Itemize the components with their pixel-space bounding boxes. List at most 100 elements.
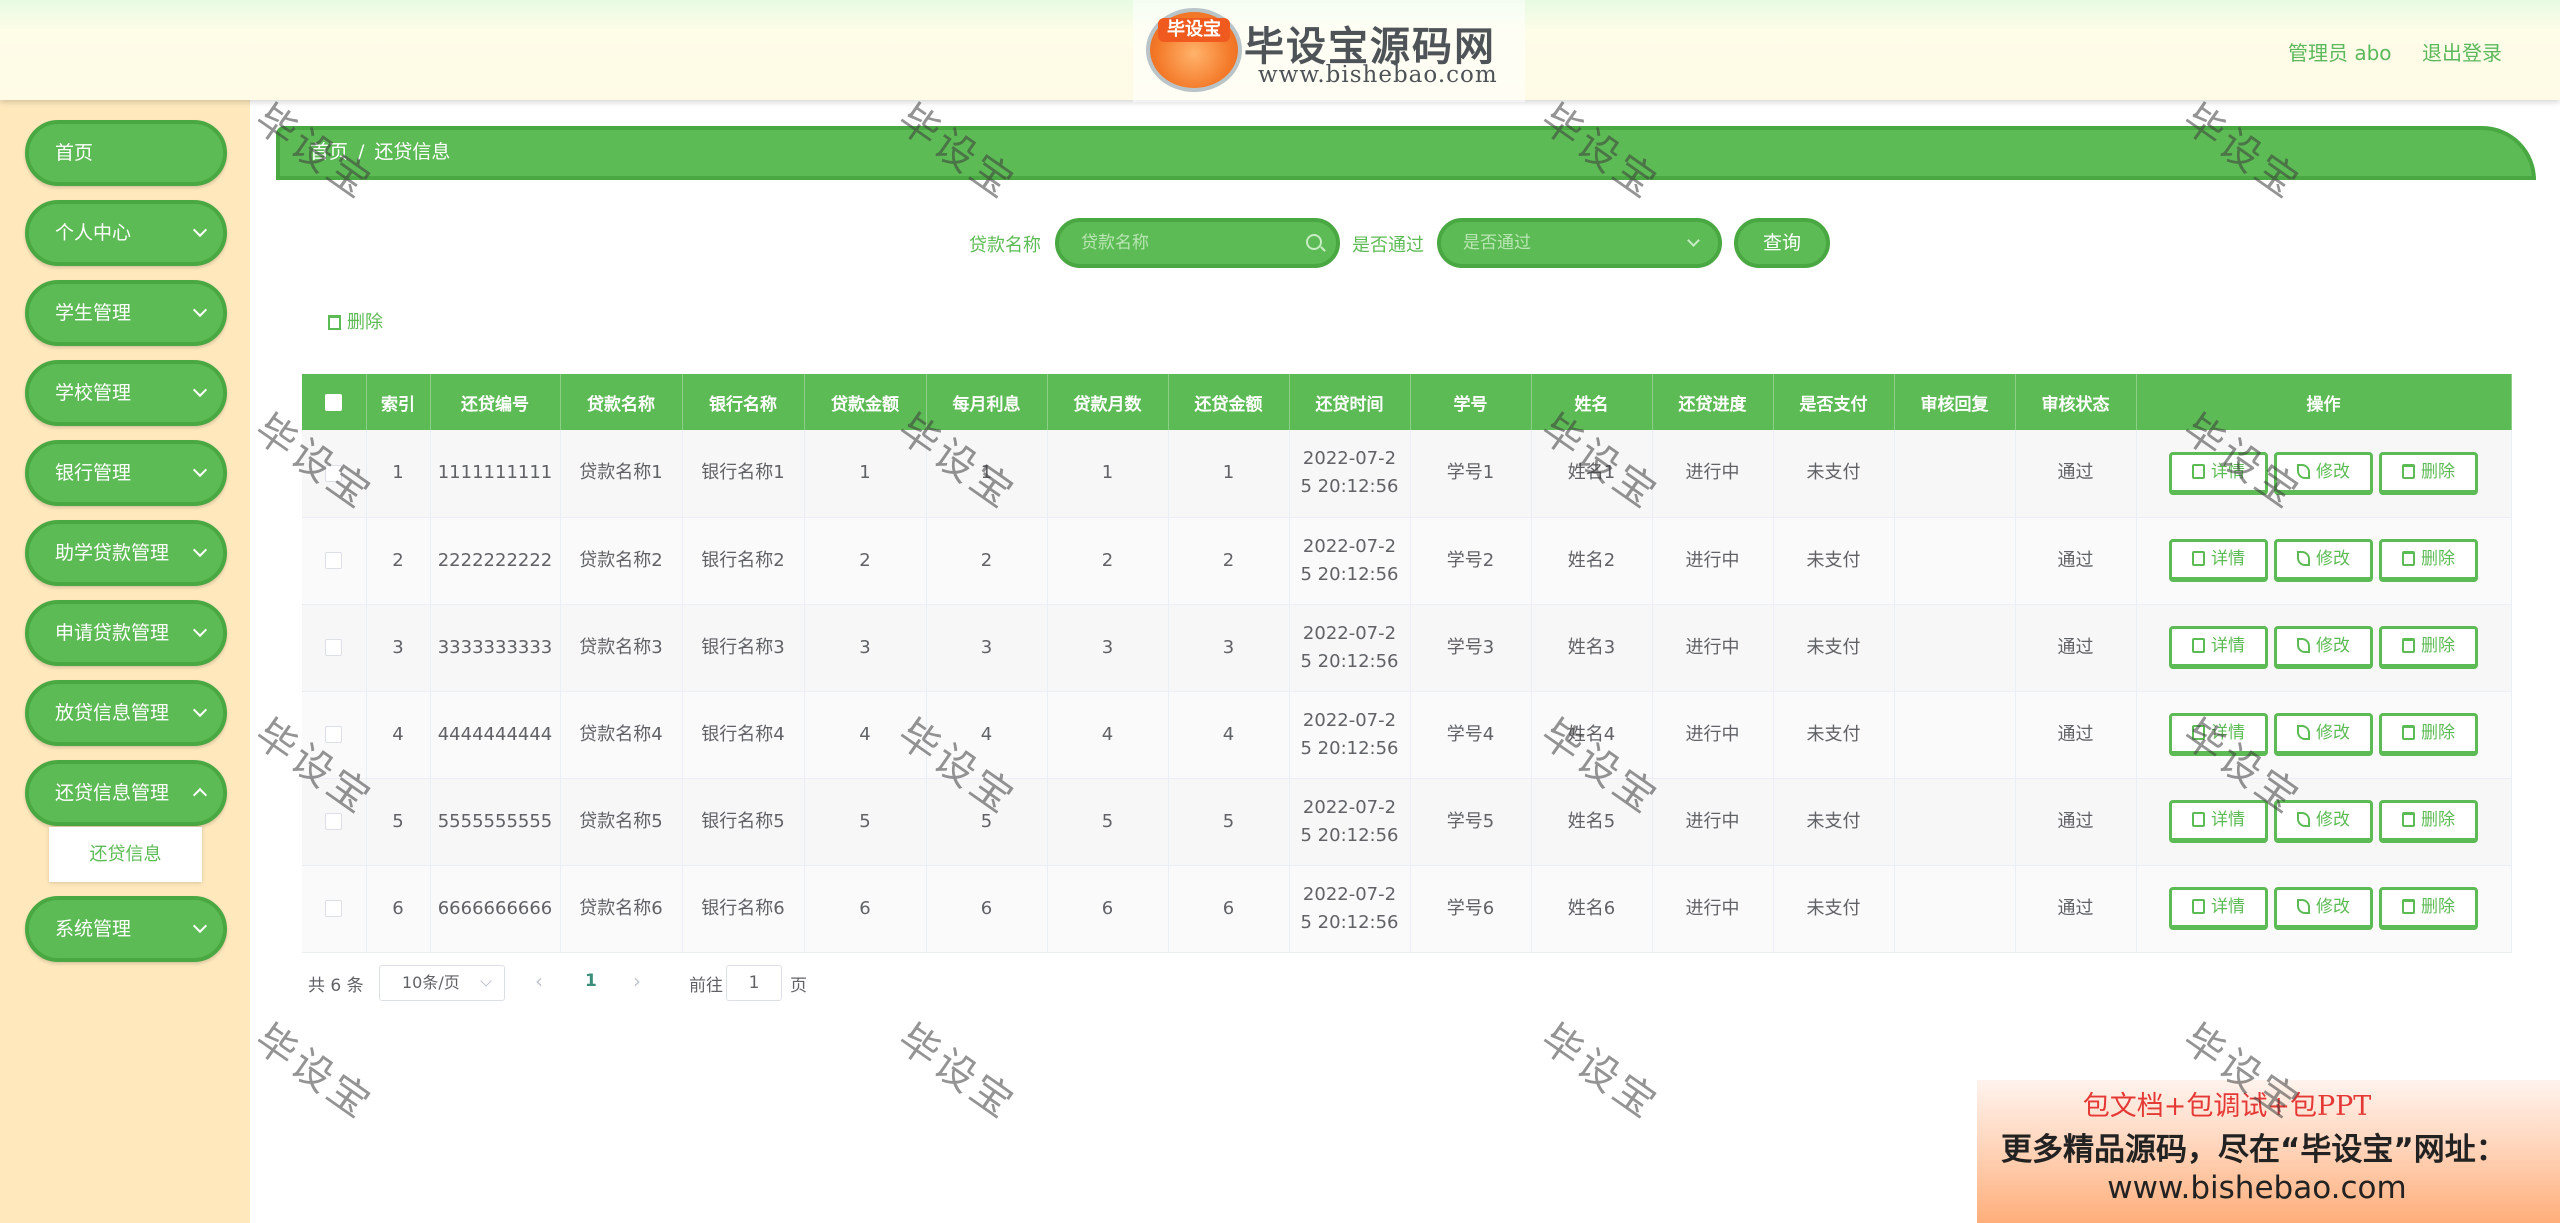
batch-delete-button[interactable]: 删除 xyxy=(328,308,383,334)
select-all-checkbox[interactable] xyxy=(302,374,367,430)
cell-loan: 贷款名称1 xyxy=(560,430,683,518)
column-header: 贷款名称 xyxy=(560,374,683,430)
breadcrumb-current: 还贷信息 xyxy=(374,141,451,163)
edit-button[interactable]: 修改 xyxy=(2274,713,2373,756)
edit-button[interactable]: 修改 xyxy=(2274,626,2373,669)
delete-button[interactable]: 删除 xyxy=(2379,887,2478,930)
edit-button[interactable]: 修改 xyxy=(2274,800,2373,843)
detail-button[interactable]: 详情 xyxy=(2169,626,2268,669)
delete-button[interactable]: 删除 xyxy=(2379,451,2478,495)
cell-sno: 学号3 xyxy=(1410,604,1532,692)
promo-line-3: www.bishebao.com xyxy=(2107,1170,2407,1206)
sidebar-item-school-management[interactable]: 学校管理 xyxy=(25,360,227,426)
detail-button[interactable]: 详情 xyxy=(2169,887,2268,930)
cell-progress: 进行中 xyxy=(1652,517,1774,605)
batch-delete-label: 删除 xyxy=(347,312,383,333)
edit-button[interactable]: 修改 xyxy=(2274,539,2373,582)
page-size-value: 10条/页 xyxy=(402,973,460,992)
sidebar-item-student-management[interactable]: 学生管理 xyxy=(25,280,227,346)
row-checkbox[interactable] xyxy=(302,604,367,692)
cell-paid: 未支付 xyxy=(1773,517,1895,605)
pass-select[interactable]: 是否通过 xyxy=(1437,218,1722,268)
cell-paid: 未支付 xyxy=(1773,691,1895,779)
logout-link[interactable]: 退出登录 xyxy=(2422,37,2502,66)
query-button[interactable]: 查询 xyxy=(1734,218,1830,268)
prev-page-button[interactable]: ‹ xyxy=(535,969,543,993)
sidebar-item-personal-center[interactable]: 个人中心 xyxy=(25,200,227,266)
delete-label: 删除 xyxy=(2421,636,2455,656)
detail-button[interactable]: 详情 xyxy=(2169,713,2268,756)
cell-time-line1: 2022-07-2 xyxy=(1302,709,1397,731)
next-page-button[interactable]: › xyxy=(633,969,641,993)
loan-name-input[interactable]: 贷款名称 xyxy=(1055,218,1340,268)
column-header: 每月利息 xyxy=(926,374,1048,430)
sidebar-item-student-loan-management[interactable]: 助学贷款管理 xyxy=(25,520,227,586)
cell-code: 3333333333 xyxy=(430,604,561,692)
edit-icon xyxy=(2297,899,2310,914)
pass-placeholder: 是否通过 xyxy=(1463,233,1531,253)
detail-button[interactable]: 详情 xyxy=(2169,539,2268,582)
detail-button[interactable]: 详情 xyxy=(2169,451,2268,495)
cell-loan: 贷款名称5 xyxy=(560,778,683,866)
cell-sno: 学号5 xyxy=(1410,778,1532,866)
row-checkbox[interactable] xyxy=(302,517,367,605)
edit-icon xyxy=(2297,725,2310,740)
cell-name: 姓名6 xyxy=(1531,865,1653,953)
cell-months: 1 xyxy=(1047,430,1169,518)
cell-amount: 1 xyxy=(804,430,927,518)
cell-amount: 4 xyxy=(804,691,927,779)
breadcrumb-home[interactable]: 首页 xyxy=(310,141,348,163)
cell-time-line1: 2022-07-2 xyxy=(1302,622,1397,644)
cell-progress: 进行中 xyxy=(1652,778,1774,866)
sidebar-item-system-management[interactable]: 系统管理 xyxy=(25,896,227,962)
goto-page-input[interactable]: 1 xyxy=(726,965,782,1001)
edit-label: 修改 xyxy=(2316,549,2350,569)
row-checkbox[interactable] xyxy=(302,778,367,866)
sidebar-subitem-repayment-info[interactable]: 还贷信息 xyxy=(49,827,202,882)
cell-loan: 贷款名称3 xyxy=(560,604,683,692)
cell-loan: 贷款名称4 xyxy=(560,691,683,779)
edit-button[interactable]: 修改 xyxy=(2274,887,2373,930)
cell-interest: 4 xyxy=(926,691,1048,779)
row-checkbox[interactable] xyxy=(302,691,367,779)
delete-button[interactable]: 删除 xyxy=(2379,539,2478,582)
page-number[interactable]: 1 xyxy=(585,971,597,991)
cell-idx: 5 xyxy=(366,778,431,866)
sidebar-item-loan-application-management[interactable]: 申请贷款管理 xyxy=(25,600,227,666)
cell-amount: 2 xyxy=(804,517,927,605)
cell-months: 4 xyxy=(1047,691,1169,779)
cell-bank: 银行名称6 xyxy=(682,865,805,953)
cell-time-line2: 5 20:12:56 xyxy=(1300,476,1399,498)
cell-status: 通过 xyxy=(2015,691,2137,779)
sidebar-item-home[interactable]: 首页 xyxy=(25,120,227,186)
detail-button[interactable]: 详情 xyxy=(2169,800,2268,843)
cell-reply xyxy=(1894,691,2016,779)
chevron-down-icon xyxy=(192,918,208,934)
delete-button[interactable]: 删除 xyxy=(2379,626,2478,669)
cell-paid: 未支付 xyxy=(1773,865,1895,953)
sidebar-item-label: 学校管理 xyxy=(55,382,132,404)
column-header: 银行名称 xyxy=(682,374,805,430)
cell-loan: 贷款名称2 xyxy=(560,517,683,605)
sidebar-item-disbursement-management[interactable]: 放贷信息管理 xyxy=(25,680,227,746)
watermark: 毕设宝 xyxy=(889,1015,1024,1129)
row-checkbox[interactable] xyxy=(302,865,367,953)
row-checkbox[interactable] xyxy=(302,430,367,518)
sidebar-item-repayment-management[interactable]: 还贷信息管理 xyxy=(25,760,227,826)
cell-idx: 6 xyxy=(366,865,431,953)
cell-status: 通过 xyxy=(2015,604,2137,692)
chevron-up-icon xyxy=(192,787,208,803)
cell-time: 2022-07-2 5 20:12:56 xyxy=(1289,604,1411,692)
trash-icon xyxy=(2402,812,2415,827)
edit-button[interactable]: 修改 xyxy=(2274,451,2373,495)
delete-button[interactable]: 删除 xyxy=(2379,800,2478,843)
cell-code: 1111111111 xyxy=(430,430,561,518)
cell-bank: 银行名称1 xyxy=(682,430,805,518)
sidebar-item-bank-management[interactable]: 银行管理 xyxy=(25,440,227,506)
cell-code: 6666666666 xyxy=(430,865,561,953)
column-header: 审核状态 xyxy=(2015,374,2137,430)
page-size-select[interactable]: 10条/页 xyxy=(379,965,505,1001)
document-icon xyxy=(2192,725,2205,740)
cell-repay: 4 xyxy=(1168,691,1290,779)
delete-button[interactable]: 删除 xyxy=(2379,713,2478,756)
